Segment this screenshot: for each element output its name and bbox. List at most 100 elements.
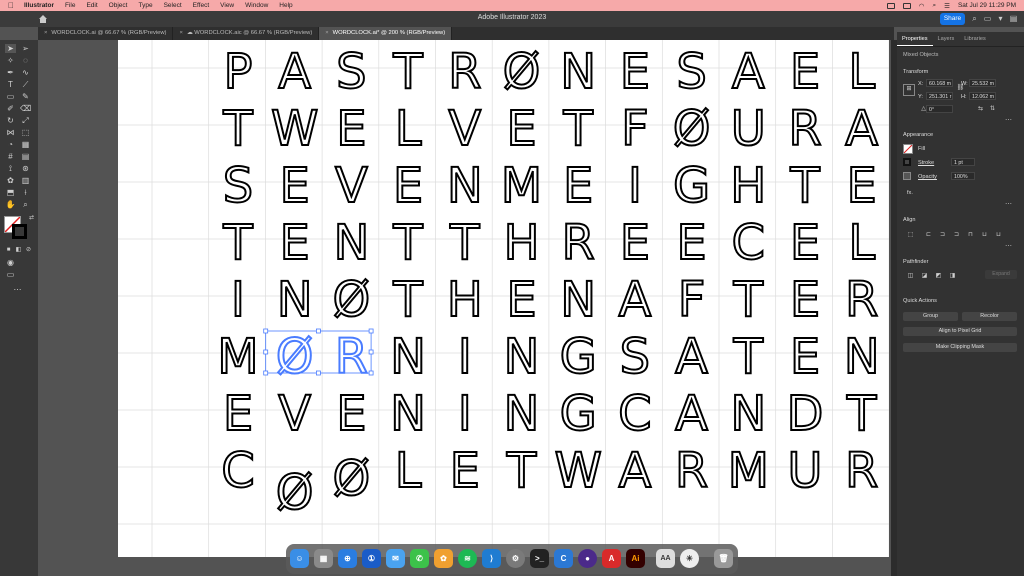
shaper-tool-icon[interactable]: ✐ (5, 104, 16, 113)
font-book-icon[interactable]: AA (656, 549, 675, 568)
1password-icon[interactable]: ① (362, 549, 381, 568)
align-right-icon[interactable]: ⊐ (951, 231, 962, 240)
clock-letter[interactable]: E (449, 442, 481, 500)
clock-letter[interactable]: H (446, 271, 484, 329)
pen-tool-icon[interactable]: ✒ (5, 68, 16, 77)
clock-letter[interactable]: R (674, 442, 709, 500)
edit-toolbar-icon[interactable]: ⋯ (12, 285, 23, 294)
menu-window[interactable]: Window (245, 2, 268, 9)
menu-object[interactable]: Object (109, 2, 128, 9)
clock-letter[interactable]: N (389, 385, 427, 443)
close-icon[interactable]: × (44, 30, 47, 36)
clock-letter[interactable]: U (786, 442, 823, 500)
reference-point-icon[interactable]: ⊞ (903, 84, 915, 96)
opacity-label[interactable]: Opacity (918, 174, 937, 180)
rectangle-tool-icon[interactable]: ▭ (5, 92, 16, 101)
clock-letter[interactable]: H (502, 214, 540, 272)
stroke-color-swatch[interactable] (903, 158, 911, 166)
clock-letter[interactable]: E (222, 385, 254, 443)
clock-letter[interactable]: E (279, 157, 311, 215)
menu-edit[interactable]: Edit (86, 2, 97, 9)
panel-toggle-icon[interactable]: ▤ (1009, 14, 1018, 23)
clock-letter[interactable]: S (335, 43, 367, 101)
menu-type[interactable]: Type (138, 2, 152, 9)
clock-letter[interactable]: E (279, 214, 311, 272)
artboard-tool-icon[interactable]: ⬒ (5, 188, 16, 197)
clock-letter[interactable]: I (230, 271, 246, 329)
none-mode-icon[interactable]: ⊘ (23, 246, 34, 255)
intersect-icon[interactable]: ◩ (933, 272, 944, 281)
stroke-label[interactable]: Stroke (918, 160, 934, 166)
clock-letter[interactable]: E (789, 43, 821, 101)
clock-letter[interactable]: I (627, 157, 643, 215)
clock-letter[interactable]: Ø (332, 271, 372, 329)
c-app-icon[interactable]: C (554, 549, 573, 568)
width-field[interactable]: 25.532 m (969, 79, 996, 87)
clock-letter[interactable]: E (789, 214, 821, 272)
control-center-icon[interactable]: ☰ (944, 2, 950, 10)
line-tool-icon[interactable]: ⟋ (20, 80, 31, 89)
clock-letter[interactable]: E (335, 100, 367, 158)
zoom-tool-icon[interactable]: ⌕ (20, 200, 31, 209)
clock-letter[interactable]: R (561, 214, 596, 272)
gradient-tool-icon[interactable]: ▤ (20, 152, 31, 161)
clock-letter[interactable]: T (221, 214, 254, 272)
selection-handle[interactable] (315, 370, 321, 376)
direct-selection-tool-icon[interactable]: ➢ (20, 44, 31, 53)
clock-letter[interactable]: E (619, 43, 651, 101)
dark-app-icon[interactable]: ● (578, 549, 597, 568)
clock-letter[interactable]: R (447, 43, 482, 101)
tab-wordclock-ai-200[interactable]: × WORDCLOCK.ai* @ 200 % (RGB/Preview) (319, 27, 453, 40)
menu-select[interactable]: Select (164, 2, 182, 9)
clock-letter[interactable]: L (847, 43, 876, 101)
clock-letter[interactable]: E (789, 328, 821, 386)
clock-letter[interactable]: M (216, 328, 259, 386)
height-field[interactable]: 12.062 m (969, 92, 996, 100)
link-icon[interactable]: ⛓ (955, 84, 966, 93)
align-top-icon[interactable]: ⊓ (965, 231, 976, 240)
tab-properties[interactable]: Properties (897, 32, 933, 46)
perspective-grid-icon[interactable]: ▦ (20, 140, 31, 149)
clock-letter[interactable]: T (732, 328, 765, 386)
search-icon[interactable]: ⌕ (970, 14, 979, 23)
expand-button[interactable]: Expand (985, 270, 1017, 279)
clock-letter[interactable]: T (562, 100, 595, 158)
clock-letter[interactable]: V (277, 385, 312, 443)
tab-wordclock-aic[interactable]: × ☁ WORDCLOCK.aic @ 66.67 % (RGB/Preview) (173, 27, 320, 40)
scale-tool-icon[interactable]: ⤢ (20, 116, 31, 125)
clock-letter[interactable]: N (559, 271, 597, 329)
align-middle-icon[interactable]: ⊔ (979, 231, 990, 240)
lasso-icon[interactable]: ◌ (20, 56, 31, 65)
spotlight-icon[interactable]: ⌕ (932, 2, 936, 10)
window-layout-icon[interactable]: ▭ (983, 14, 992, 23)
width-tool-icon[interactable]: ⋈ (5, 128, 16, 137)
clock-letter[interactable]: D (786, 385, 825, 443)
make-clipping-mask-button[interactable]: Make Clipping Mask (903, 343, 1017, 352)
clock-letter[interactable]: N (446, 157, 484, 215)
clock-letter[interactable]: C (220, 442, 256, 500)
clock-letter[interactable]: M (727, 442, 770, 500)
draw-mode-icon[interactable]: ◉ (5, 258, 16, 267)
rotate-tool-icon[interactable]: ↻ (5, 116, 16, 125)
clock-letter[interactable]: T (845, 385, 878, 443)
exclude-icon[interactable]: ◨ (947, 272, 958, 281)
compass-icon[interactable]: ✳ (680, 549, 699, 568)
shape-builder-icon[interactable]: ◔ (5, 140, 16, 149)
clock-letter[interactable]: T (391, 43, 424, 101)
clock-letter[interactable]: I (457, 385, 473, 443)
clock-letter[interactable]: I (457, 328, 473, 386)
stroke-swatch[interactable] (12, 224, 27, 239)
clock-letter[interactable]: L (847, 214, 876, 272)
clock-letter[interactable]: G (672, 157, 711, 215)
safari-icon[interactable]: ⊕ (338, 549, 357, 568)
clock-letter[interactable]: T (732, 271, 765, 329)
clock-letter[interactable]: A (731, 43, 766, 101)
clock-letter[interactable]: V (334, 157, 369, 215)
eyedropper-icon[interactable]: ⟟ (5, 164, 16, 173)
finder-icon[interactable]: ☺ (290, 549, 309, 568)
clock-letter[interactable]: E (562, 157, 594, 215)
mesh-tool-icon[interactable]: # (5, 152, 16, 161)
tab-wordclock-ai-66[interactable]: × WORDCLOCK.ai @ 66.67 % (RGB/Preview) (38, 27, 174, 40)
clock-letter[interactable]: Ø (275, 464, 315, 522)
clock-letter[interactable]: R (844, 271, 879, 329)
